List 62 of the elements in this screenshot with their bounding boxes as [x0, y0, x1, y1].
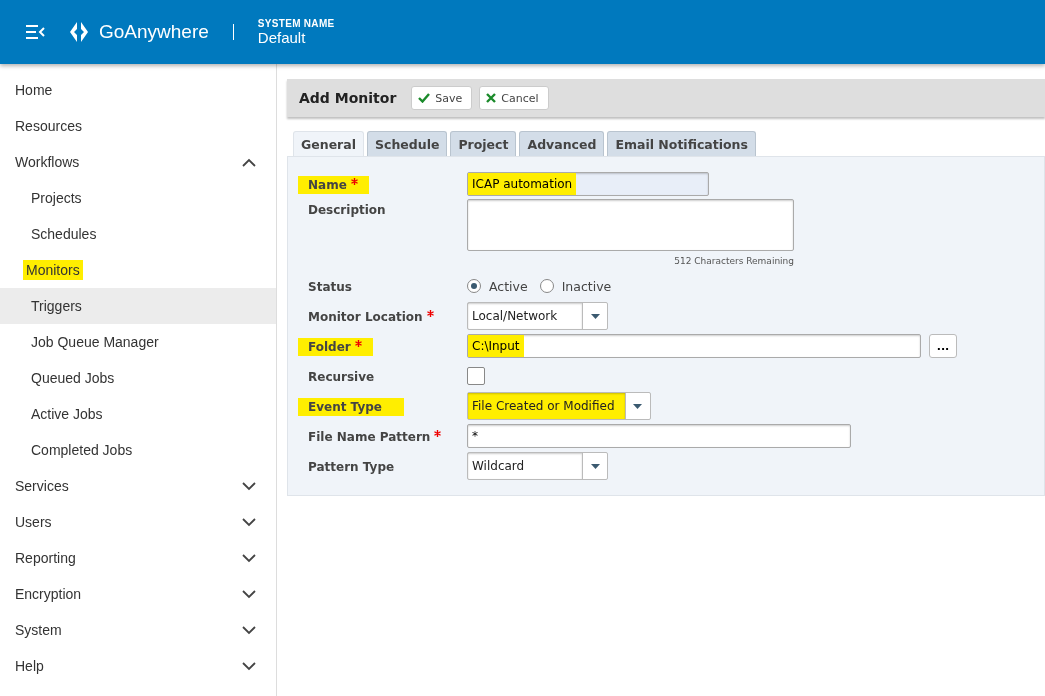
dropdown-caret-icon — [590, 463, 600, 469]
field-label: Event Type — [298, 398, 404, 416]
sidebar-item[interactable]: Help — [15, 658, 44, 674]
sidebar-subitem[interactable]: Completed Jobs — [31, 442, 133, 458]
sidebar-subitem[interactable]: Queued Jobs — [31, 370, 115, 386]
browse-button[interactable]: ... — [929, 334, 957, 358]
sidebar-subitem[interactable]: Active Jobs — [31, 406, 103, 422]
system-name-label: SYSTEM NAME — [257, 18, 335, 29]
checkbox[interactable] — [467, 367, 485, 385]
sidebar-item[interactable]: System — [15, 622, 62, 638]
field-label: Name — [298, 176, 369, 194]
folder-field[interactable]: C:\Input — [467, 334, 921, 358]
x-icon — [486, 93, 497, 103]
field-label: Pattern Type — [307, 459, 396, 476]
field-label: Folder — [298, 338, 373, 356]
app-name: GoAnywhere — [99, 21, 209, 43]
cancel-button[interactable]: Cancel — [479, 86, 549, 110]
save-button[interactable]: Save — [411, 86, 473, 110]
dropdown[interactable]: File Created or Modified — [467, 392, 651, 420]
field-label: Recursive — [307, 369, 376, 386]
sidebar-item[interactable]: Resources — [15, 118, 82, 134]
menu-collapse-icon[interactable] — [25, 25, 45, 39]
sidebar-subitem[interactable]: Job Queue Manager — [31, 334, 159, 350]
chevron-up-icon[interactable] — [242, 157, 256, 167]
tab[interactable]: Email Notifications — [607, 131, 756, 156]
chevron-down-icon[interactable] — [242, 481, 256, 491]
dropdown[interactable]: Local/Network — [467, 302, 608, 330]
dropdown-caret-icon — [633, 403, 642, 409]
sidebar-subitem[interactable]: Projects — [31, 190, 82, 206]
radio-option[interactable]: Inactive — [539, 278, 612, 294]
chevron-down-icon[interactable] — [242, 517, 256, 527]
chevron-down-icon[interactable] — [242, 553, 256, 563]
chevron-down-icon[interactable] — [242, 625, 256, 635]
characters-remaining-text: 512 Characters Remaining — [674, 256, 794, 266]
sidebar-item[interactable]: Reporting — [15, 550, 76, 566]
field-label: Status — [307, 279, 353, 296]
tab[interactable]: General — [293, 131, 364, 156]
sidebar-subitem[interactable]: Monitors — [23, 260, 83, 280]
tab[interactable]: Schedule — [367, 131, 448, 156]
system-name: Default — [257, 29, 307, 46]
tab[interactable]: Project — [450, 131, 517, 156]
sidebar-item[interactable]: Services — [15, 478, 69, 494]
dropdown-caret-icon — [590, 313, 600, 319]
page-title: Add Monitor — [299, 90, 397, 106]
field-label: Description — [307, 202, 387, 219]
field-label: Monitor Location — [307, 309, 424, 326]
sidebar-item[interactable]: Workflows — [15, 154, 80, 170]
chevron-down-icon[interactable] — [242, 661, 256, 671]
sidebar-item[interactable]: Users — [15, 514, 52, 530]
text-field[interactable]: ICAP automation — [467, 172, 709, 196]
logo-icon — [67, 20, 91, 44]
chevron-down-icon[interactable] — [242, 589, 256, 599]
tab[interactable]: Advanced — [519, 131, 605, 156]
sidebar-subitem[interactable]: Triggers — [31, 298, 82, 314]
field-label: File Name Pattern — [307, 429, 432, 446]
text-field[interactable]: * — [467, 424, 851, 448]
dropdown[interactable]: Wildcard — [467, 452, 608, 480]
checkmark-icon — [418, 93, 431, 103]
radio-option[interactable]: Active — [467, 278, 528, 294]
sidebar-subitem[interactable]: Schedules — [31, 226, 97, 242]
sidebar-item[interactable]: Encryption — [15, 586, 82, 602]
sidebar-item[interactable]: Home — [15, 82, 53, 98]
